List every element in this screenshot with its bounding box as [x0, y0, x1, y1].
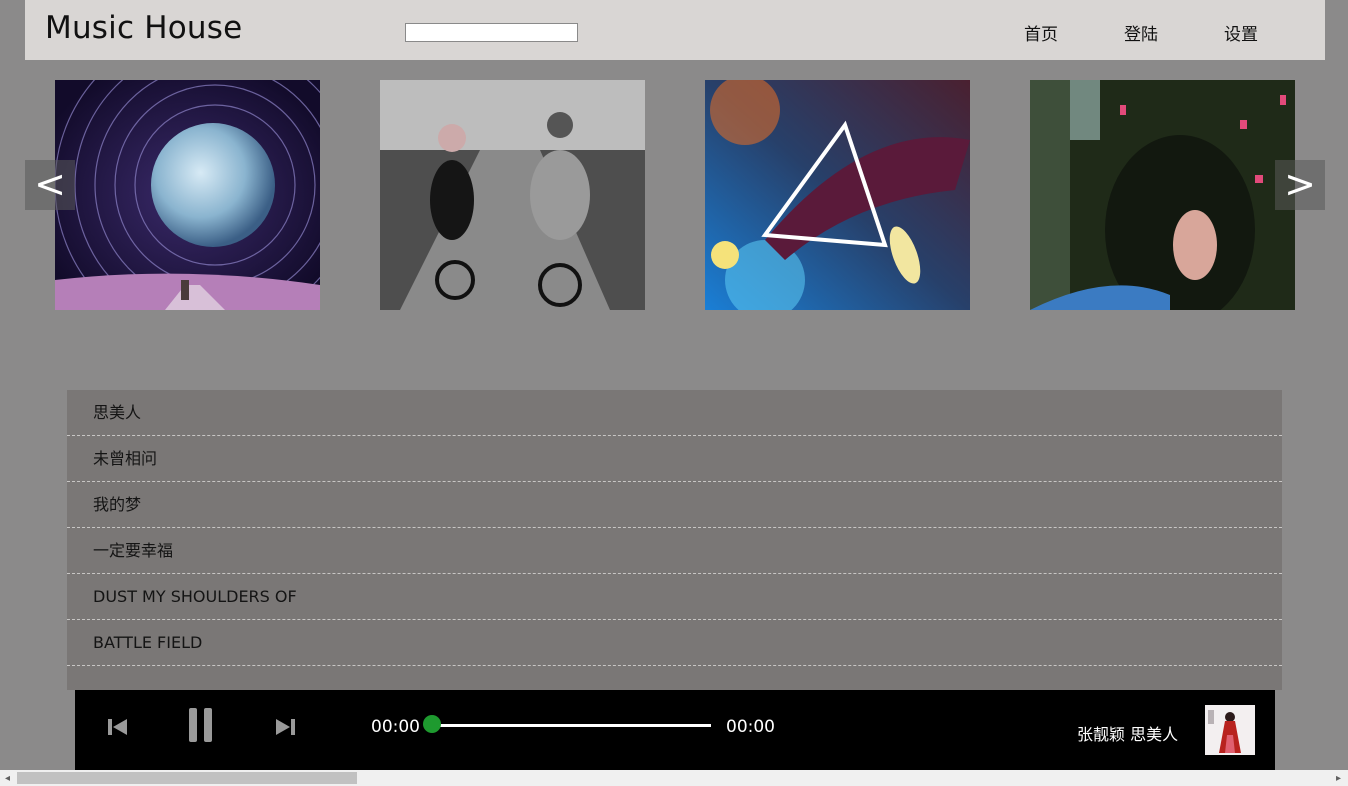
top-header: Music House 首页 登陆 设置 — [25, 0, 1325, 60]
scroll-left-icon[interactable]: ◂ — [5, 773, 10, 784]
nav-home[interactable]: 首页 — [1024, 20, 1058, 45]
now-playing-title: 张靓颖 思美人 — [1077, 725, 1179, 744]
skip-back-icon — [108, 719, 127, 735]
progress-track[interactable] — [432, 724, 711, 727]
site-logo[interactable]: Music House — [45, 10, 242, 46]
carousel-image-whale[interactable] — [705, 80, 970, 310]
song-item-1[interactable]: 思美人 — [67, 390, 1282, 436]
song-item-3[interactable]: 我的梦 — [67, 482, 1282, 528]
skip-forward-icon — [276, 719, 295, 735]
song-item-2[interactable]: 未曾相问 — [67, 436, 1282, 482]
current-time: 00:00 — [371, 717, 420, 737]
scroll-right-icon[interactable]: ▸ — [1336, 773, 1341, 784]
total-time: 00:00 — [726, 717, 775, 737]
nav-settings[interactable]: 设置 — [1224, 20, 1258, 45]
nav-login[interactable]: 登陆 — [1124, 20, 1158, 45]
search-input[interactable] — [405, 23, 578, 42]
previous-track-button[interactable] — [108, 718, 128, 740]
album-cover-thumbnail[interactable] — [1205, 705, 1255, 755]
song-item-4[interactable]: 一定要幸福 — [67, 528, 1282, 574]
carousel-image-couple[interactable] — [380, 80, 645, 310]
carousel-image-girl[interactable] — [1030, 80, 1295, 310]
song-item-5[interactable]: DUST MY SHOULDERS OF — [67, 574, 1282, 620]
next-track-button[interactable] — [275, 718, 295, 740]
carousel-image-planet[interactable] — [55, 80, 320, 310]
progress-knob[interactable] — [423, 715, 441, 733]
horizontal-scrollbar[interactable]: ◂ ▸ — [0, 770, 1348, 786]
carousel-next-button[interactable]: > — [1275, 160, 1325, 210]
pause-icon — [189, 708, 212, 742]
pause-button[interactable] — [189, 708, 213, 748]
song-list: 思美人 未曾相问 我的梦 一定要幸福 DUST MY SHOULDERS OF … — [67, 390, 1282, 690]
scrollbar-thumb[interactable] — [17, 772, 357, 784]
song-item-6[interactable]: BATTLE FIELD — [67, 620, 1282, 666]
music-player: 00:00 00:00 张靓颖 思美人 — [75, 690, 1275, 770]
carousel-prev-button[interactable]: < — [25, 160, 75, 210]
